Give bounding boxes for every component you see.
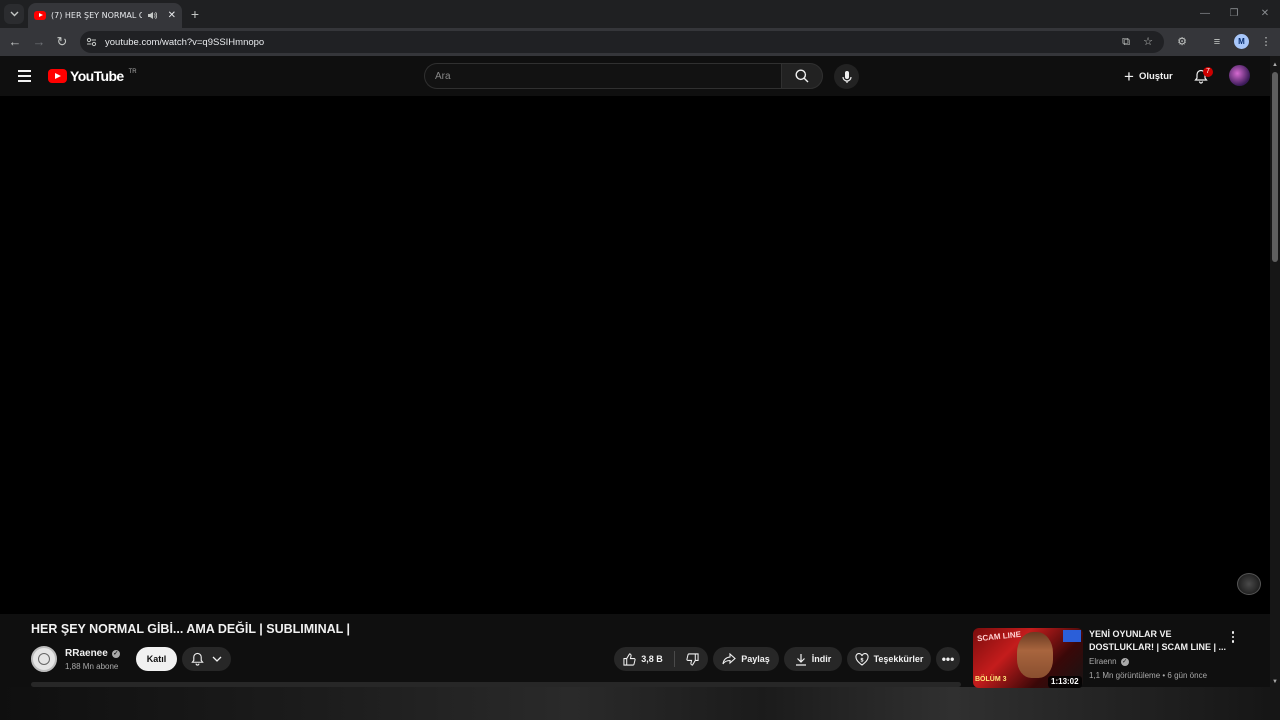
- bell-icon: [191, 652, 204, 666]
- thumbs-up-icon: [623, 652, 636, 666]
- search-placeholder: Ara: [435, 70, 451, 82]
- thumbs-down-icon[interactable]: [686, 652, 699, 666]
- youtube-logo[interactable]: YouTube TR: [48, 68, 137, 84]
- media-control-icon[interactable]: ≡: [1208, 33, 1226, 51]
- create-label: Oluştur: [1138, 70, 1173, 82]
- channel-name-row[interactable]: RRaenee ✓: [65, 648, 120, 659]
- recommended-video-meta: 1,1 Mn görüntüleme • 6 gün önce: [1089, 671, 1207, 680]
- scrollbar-thumb[interactable]: [1272, 72, 1278, 262]
- browser-tab-active[interactable]: (7) HER ŞEY NORMAL GİBİ... ✕: [28, 3, 182, 28]
- minimize-icon[interactable]: —: [1196, 5, 1214, 23]
- tab-search-button[interactable]: [4, 4, 24, 24]
- thumbnail-face: [1017, 632, 1053, 678]
- plus-icon: +: [1124, 66, 1134, 86]
- description-preview-image: [0, 687, 1270, 720]
- like-dislike-group: 3,8 B: [614, 647, 708, 671]
- browser-toolbar: ← → ↻ youtube.com/watch?v=q9SSIHmnopo ⧉ …: [0, 28, 1280, 56]
- recommended-more-icon[interactable]: [1226, 629, 1240, 645]
- like-count: 3,8 B: [641, 654, 663, 664]
- verified-check-icon: ✓: [1120, 657, 1129, 666]
- back-icon[interactable]: ←: [6, 33, 24, 51]
- youtube-header: YouTube TR Ara + Oluştur 7: [0, 56, 1270, 96]
- download-button[interactable]: İndir: [784, 647, 842, 671]
- user-avatar[interactable]: [1229, 65, 1250, 86]
- new-tab-icon[interactable]: +: [186, 5, 204, 23]
- close-window-icon[interactable]: ✕: [1256, 5, 1274, 23]
- recommended-age: 6 gün önce: [1167, 671, 1208, 680]
- country-code: TR: [128, 68, 137, 75]
- video-duration-badge: 1:13:02: [1048, 676, 1082, 688]
- hamburger-menu-icon[interactable]: [12, 64, 36, 88]
- recommended-channel-row[interactable]: Elraenn ✓: [1089, 657, 1129, 666]
- voice-search-button[interactable]: [834, 64, 859, 89]
- recommended-channel-name[interactable]: Elraenn: [1089, 657, 1117, 666]
- chevron-down-icon: [212, 656, 222, 662]
- microphone-icon: [841, 70, 852, 83]
- like-button[interactable]: 3,8 B: [623, 652, 663, 666]
- heart-dollar-icon: $: [855, 652, 869, 666]
- search-input[interactable]: Ara: [424, 63, 781, 89]
- browser-tab-bar: (7) HER ŞEY NORMAL GİBİ... ✕ + — ❐ ✕: [0, 0, 1280, 28]
- search-icon: [795, 69, 809, 83]
- download-icon: [795, 653, 806, 666]
- join-button[interactable]: Katıl: [136, 647, 177, 671]
- share-button[interactable]: Paylaş: [713, 647, 779, 671]
- bookmark-star-icon[interactable]: ☆: [1139, 33, 1157, 51]
- video-title: HER ŞEY NORMAL GİBİ... AMA DEĞİL | SUBLI…: [31, 622, 351, 636]
- recommended-video-title[interactable]: YENİ OYUNLAR VE DOSTLUKLAR! | SCAM LINE …: [1089, 628, 1227, 654]
- youtube-favicon-icon: [34, 11, 46, 20]
- share-label: Paylaş: [741, 654, 770, 664]
- more-actions-icon[interactable]: •••: [936, 647, 960, 671]
- channel-name[interactable]: RRaenee: [65, 648, 108, 659]
- thanks-button[interactable]: $ Teşekkürler: [847, 647, 931, 671]
- share-arrow-icon: [722, 653, 737, 665]
- search-button[interactable]: [781, 63, 823, 89]
- site-settings-icon[interactable]: [86, 37, 97, 47]
- url-text: youtube.com/watch?v=q9SSIHmnopo: [105, 36, 265, 48]
- create-button[interactable]: + Oluştur: [1116, 63, 1181, 89]
- thumbnail-text-bottom: BÖLÜM 3: [975, 676, 1007, 683]
- logo-text: YouTube: [70, 68, 124, 84]
- channel-watermark-icon[interactable]: [1237, 573, 1261, 595]
- install-app-icon[interactable]: ⧉: [1117, 33, 1135, 51]
- scroll-up-arrow-icon[interactable]: ▲: [1270, 60, 1280, 70]
- browser-profile-avatar[interactable]: M: [1234, 34, 1249, 49]
- tab-close-icon[interactable]: ✕: [168, 10, 176, 21]
- like-divider: [673, 651, 675, 667]
- thanks-label: Teşekkürler: [873, 654, 924, 664]
- speaker-icon[interactable]: [147, 11, 157, 20]
- notification-count-badge: 7: [1203, 67, 1213, 77]
- video-player[interactable]: [0, 96, 1270, 614]
- restore-icon[interactable]: ❐: [1225, 5, 1243, 23]
- svg-text:$: $: [860, 657, 864, 663]
- chevron-down-icon: [10, 11, 18, 17]
- youtube-play-icon: [48, 69, 67, 83]
- forward-icon[interactable]: →: [30, 33, 48, 51]
- extensions-icon[interactable]: ⚙: [1173, 33, 1191, 51]
- subscriber-count: 1,88 Mn abone: [65, 662, 119, 671]
- scroll-down-arrow-icon[interactable]: ▼: [1270, 677, 1280, 687]
- tab-title: (7) HER ŞEY NORMAL GİBİ...: [51, 11, 142, 20]
- browser-menu-icon[interactable]: ⋮: [1257, 33, 1275, 51]
- verified-check-icon: ✓: [111, 649, 120, 658]
- thumbnail-text-top: SCAM LINE: [976, 629, 1022, 644]
- subscription-notifications-button[interactable]: [182, 647, 231, 671]
- recommended-views: 1,1 Mn görüntüleme: [1089, 671, 1161, 680]
- thumbnail-tag: [1063, 630, 1081, 642]
- channel-avatar[interactable]: [31, 646, 57, 672]
- download-label: İndir: [811, 654, 832, 664]
- reload-icon[interactable]: ↻: [53, 33, 71, 51]
- address-bar[interactable]: youtube.com/watch?v=q9SSIHmnopo: [80, 31, 1164, 53]
